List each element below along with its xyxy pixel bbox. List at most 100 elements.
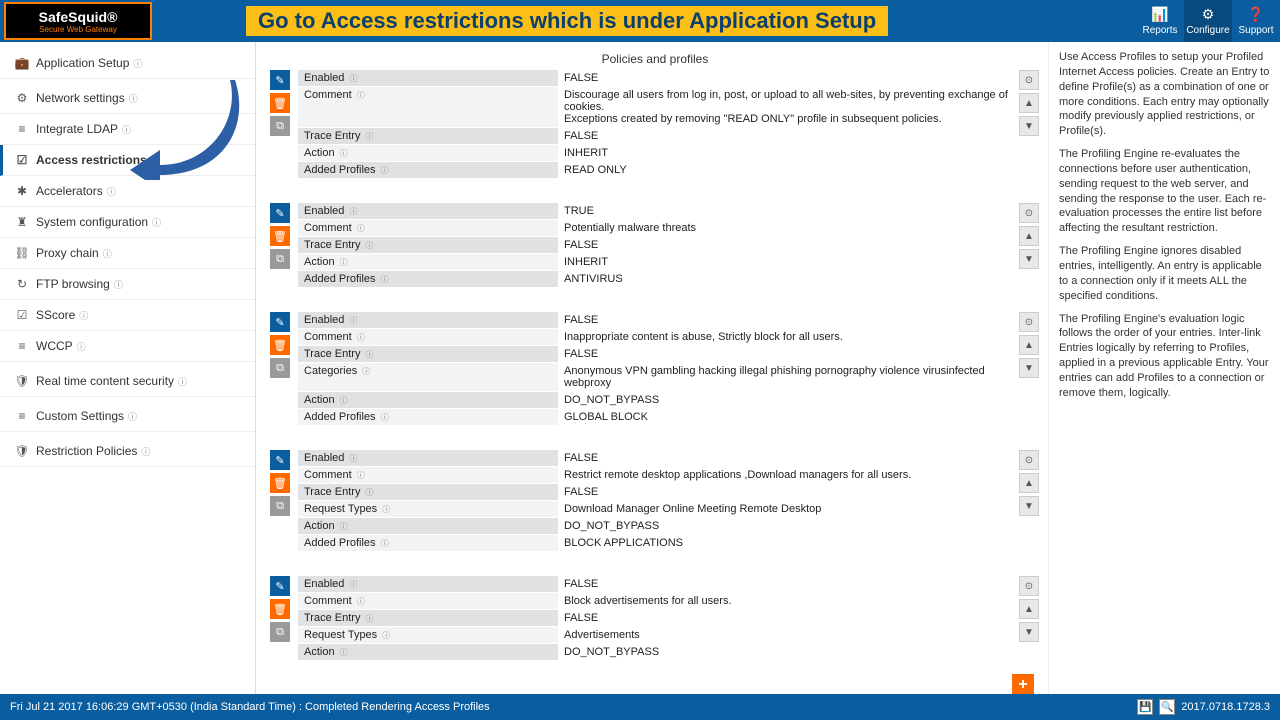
sidebar-item-network-settings[interactable]: ⚙Network settingsⓘ [0, 83, 255, 114]
entry-row: Trace Entry ⓘFALSE [298, 610, 1018, 627]
entry-row: Added Profiles ⓘGLOBAL BLOCK [298, 409, 1018, 426]
entry-row: Trace Entry ⓘFALSE [298, 346, 1018, 363]
entry-row: Action ⓘDO_NOT_BYPASS [298, 644, 1018, 661]
reorder-info[interactable]: ⊙ [1019, 450, 1039, 470]
move-up-button[interactable]: ▲ [1019, 226, 1039, 246]
sidebar-item-system-configuration[interactable]: ♜System configurationⓘ [0, 207, 255, 238]
row-value: TRUE [558, 203, 1018, 219]
search-icon[interactable]: 🔍 [1159, 699, 1175, 715]
nav-label: FTP browsing [36, 277, 110, 291]
nav-icon: ≡ [14, 339, 30, 353]
sidebar-item-access-restrictions[interactable]: ☑Access restrictionsⓘ [0, 145, 255, 176]
entry-row: Action ⓘDO_NOT_BYPASS [298, 518, 1018, 535]
entry-row: Trace Entry ⓘFALSE [298, 128, 1018, 145]
move-up-button[interactable]: ▲ [1019, 473, 1039, 493]
sidebar-item-real-time-content-security[interactable]: 🛡Real time content securityⓘ [0, 366, 255, 397]
row-key: Action ⓘ [298, 518, 558, 534]
delete-button[interactable]: 🗑 [270, 473, 290, 493]
move-up-button[interactable]: ▲ [1019, 335, 1039, 355]
move-up-button[interactable]: ▲ [1019, 599, 1039, 619]
entry-row: Comment ⓘBlock advertisements for all us… [298, 593, 1018, 610]
delete-button[interactable]: 🗑 [270, 93, 290, 113]
row-key: Trace Entry ⓘ [298, 128, 558, 144]
reorder-info[interactable]: ⊙ [1019, 203, 1039, 223]
configure-icon: ⚙ [1202, 6, 1215, 23]
row-value: BLOCK APPLICATIONS [558, 535, 1018, 551]
edit-button[interactable]: ✎ [270, 312, 290, 332]
page-title: Policies and profiles [270, 48, 1040, 70]
entry-row: Added Profiles ⓘREAD ONLY [298, 162, 1018, 179]
row-key: Comment ⓘ [298, 87, 558, 127]
help-paragraph: The Profiling Engine's evaluation logic … [1059, 312, 1274, 401]
info-icon: ⓘ [122, 123, 131, 136]
delete-button[interactable]: 🗑 [270, 335, 290, 355]
sidebar-item-integrate-ldap[interactable]: ≡Integrate LDAPⓘ [0, 114, 255, 145]
sidebar-item-wccp[interactable]: ≡WCCPⓘ [0, 331, 255, 362]
help-paragraph: Use Access Profiles to setup your Profil… [1059, 50, 1274, 139]
row-value: FALSE [558, 128, 1018, 144]
configure-label: Configure [1186, 25, 1229, 36]
edit-button[interactable]: ✎ [270, 576, 290, 596]
footer: Fri Jul 21 2017 16:06:29 GMT+0530 (India… [0, 694, 1280, 720]
configure-button[interactable]: ⚙ Configure [1184, 0, 1232, 42]
row-key: Added Profiles ⓘ [298, 535, 558, 551]
delete-button[interactable]: 🗑 [270, 599, 290, 619]
sidebar-item-custom-settings[interactable]: ≡Custom Settingsⓘ [0, 401, 255, 432]
nav-label: Network settings [36, 91, 125, 105]
copy-button[interactable]: ⧉ [270, 116, 290, 136]
edit-button[interactable]: ✎ [270, 450, 290, 470]
row-value: Inappropriate content is abuse, Strictly… [558, 329, 1018, 345]
instruction-banner: Go to Access restrictions which is under… [246, 6, 888, 36]
entry-row: Added Profiles ⓘBLOCK APPLICATIONS [298, 535, 1018, 552]
add-entry-button[interactable]: + [1012, 674, 1034, 694]
edit-button[interactable]: ✎ [270, 203, 290, 223]
reports-label: Reports [1142, 25, 1177, 36]
entry-row: Comment ⓘPotentially malware threats [298, 220, 1018, 237]
sidebar-item-ftp-browsing[interactable]: ↻FTP browsingⓘ [0, 269, 255, 300]
content: Policies and profiles ✎🗑⧉Enabled ⓘFALSEC… [256, 42, 1280, 694]
info-icon: ⓘ [129, 92, 138, 105]
support-button[interactable]: ❓ Support [1232, 0, 1280, 42]
row-key: Comment ⓘ [298, 220, 558, 236]
entry-row: Comment ⓘRestrict remote desktop applica… [298, 467, 1018, 484]
nav-label: Access restrictions [36, 153, 147, 167]
entry-row: Enabled ⓘFALSE [298, 312, 1018, 329]
row-value: Potentially malware threats [558, 220, 1018, 236]
row-value: Advertisements [558, 627, 1018, 643]
row-value: Download Manager Online Meeting Remote D… [558, 501, 1018, 517]
info-icon: ⓘ [133, 57, 142, 70]
row-key: Enabled ⓘ [298, 450, 558, 466]
reorder-info[interactable]: ⊙ [1019, 312, 1039, 332]
move-down-button[interactable]: ▼ [1019, 116, 1039, 136]
entry-row: Enabled ⓘFALSE [298, 70, 1018, 87]
info-icon: ⓘ [114, 278, 123, 291]
save-icon[interactable]: 💾 [1137, 699, 1153, 715]
row-value: FALSE [558, 237, 1018, 253]
move-down-button[interactable]: ▼ [1019, 622, 1039, 642]
edit-button[interactable]: ✎ [270, 70, 290, 90]
move-up-button[interactable]: ▲ [1019, 93, 1039, 113]
sidebar-item-restriction-policies[interactable]: 🛡Restriction Policiesⓘ [0, 436, 255, 467]
copy-button[interactable]: ⧉ [270, 358, 290, 378]
sidebar-item-proxy-chain[interactable]: ⛓Proxy chainⓘ [0, 238, 255, 269]
move-down-button[interactable]: ▼ [1019, 249, 1039, 269]
sidebar-item-accelerators[interactable]: ✱Acceleratorsⓘ [0, 176, 255, 207]
copy-button[interactable]: ⧉ [270, 622, 290, 642]
entry-row: Trace Entry ⓘFALSE [298, 237, 1018, 254]
row-value: GLOBAL BLOCK [558, 409, 1018, 425]
move-down-button[interactable]: ▼ [1019, 358, 1039, 378]
sidebar-item-application-setup[interactable]: 💼Application Setupⓘ [0, 48, 255, 79]
reorder-info[interactable]: ⊙ [1019, 576, 1039, 596]
row-key: Enabled ⓘ [298, 70, 558, 86]
sidebar-item-sscore[interactable]: ☑SScoreⓘ [0, 300, 255, 331]
reports-button[interactable]: 📊 Reports [1136, 0, 1184, 42]
copy-button[interactable]: ⧉ [270, 496, 290, 516]
nav-icon: ✱ [14, 184, 30, 198]
delete-button[interactable]: 🗑 [270, 226, 290, 246]
entry-row: Categories ⓘAnonymous VPN gambling hacki… [298, 363, 1018, 392]
reorder-info[interactable]: ⊙ [1019, 70, 1039, 90]
row-value: FALSE [558, 610, 1018, 626]
help-paragraph: The Profiling Engine re-evaluates the co… [1059, 147, 1274, 236]
move-down-button[interactable]: ▼ [1019, 496, 1039, 516]
copy-button[interactable]: ⧉ [270, 249, 290, 269]
